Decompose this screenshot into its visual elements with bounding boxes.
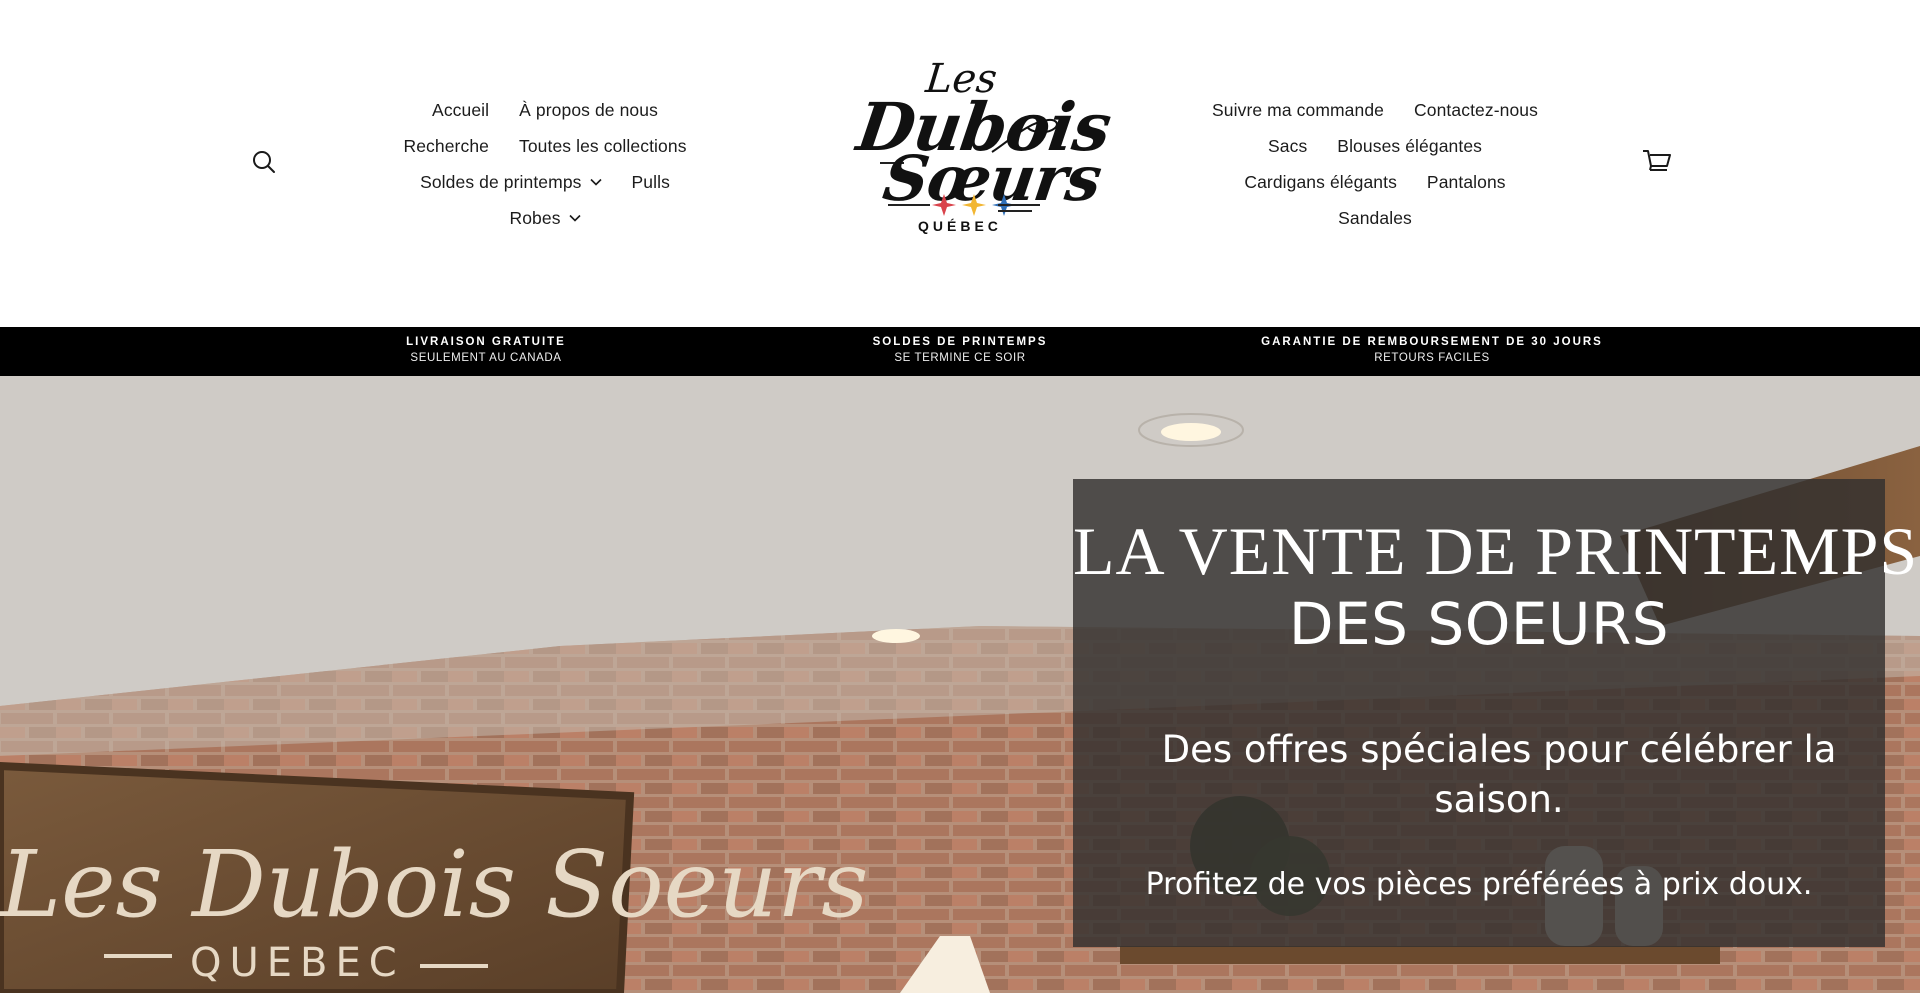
main-nav-right: Suivre ma commande Contactez-nous Sacs B… [1170,92,1580,236]
logo-dash-bottom-right2 [998,210,1032,212]
nav-recherche[interactable]: Recherche [403,136,489,157]
nav-pulls[interactable]: Pulls [632,172,670,193]
site-header: Accueil À propos de nous Recherche Toute… [0,0,1920,327]
nav-robes-label: Robes [509,207,561,228]
site-logo[interactable]: Les Dubois Sœurs QUÉBEC [848,52,1116,238]
announcement-sub: SE TERMINE CE SOIR [894,352,1026,364]
announcement-title: GARANTIE DE REMBOURSEMENT DE 30 JOURS [1261,336,1603,348]
announcement-title: SOLDES DE PRINTEMPS [872,336,1048,348]
announcement-title: LIVRAISON GRATUITE [406,336,566,348]
hero-title-line1: LA VENTE DE PRINTEMPS [1073,513,1919,589]
nav-sandales[interactable]: Sandales [1338,208,1412,229]
nav-soldes-printemps[interactable]: Soldes de printemps [420,171,602,193]
nav-suivre-commande[interactable]: Suivre ma commande [1212,100,1384,121]
nav-cardigans[interactable]: Cardigans élégants [1244,172,1397,193]
nav-toutes-collections[interactable]: Toutes les collections [519,136,687,157]
logo-quebec: QUÉBEC [918,218,1002,234]
search-icon [253,151,275,173]
logo-dash-bottom-right [998,204,1040,206]
announcement-guarantee: GARANTIE DE REMBOURSEMENT DE 30 JOURS RE… [1232,335,1632,366]
announcement-sub: RETOURS FACILES [1374,352,1490,364]
nav-a-propos[interactable]: À propos de nous [519,100,658,121]
nav-pantalons[interactable]: Pantalons [1427,172,1506,193]
nav-contactez-nous[interactable]: Contactez-nous [1414,100,1538,121]
nav-robes[interactable]: Robes [509,207,581,229]
announcement-bar: LIVRAISON GRATUITE SEULEMENT AU CANADA S… [0,327,1920,376]
hero-subtitle-2: Profitez de vos pièces préférées à prix … [1145,867,1813,902]
cart-button[interactable] [1640,146,1674,178]
hero-sign-sub: QUEBEC [190,940,405,986]
main-nav-left: Accueil À propos de nous Recherche Toute… [360,92,730,236]
search-button[interactable] [248,146,280,178]
hero-sign-text: Les Dubois Soeurs [0,831,868,938]
nav-accueil[interactable]: Accueil [432,100,489,121]
cart-icon [1643,150,1671,171]
announcement-shipping: LIVRAISON GRATUITE SEULEMENT AU CANADA [386,335,586,366]
announcement-sub: SEULEMENT AU CANADA [410,352,562,364]
nav-sacs[interactable]: Sacs [1268,136,1307,157]
hero-text-overlay: LA VENTE DE PRINTEMPS DES SOEURS Des off… [1073,479,1919,947]
hero-subtitle: Des offres spéciales pour célébrer la sa… [1161,728,1837,821]
chevron-down-icon [589,178,602,186]
chevron-down-icon [568,214,581,222]
nav-blouses[interactable]: Blouses élégantes [1337,136,1482,157]
hero-title-line2: DES SOEURS [1288,590,1670,658]
hero-banner: Les Dubois Soeurs QUEBEC LA VENTE DE PRI… [0,376,1920,993]
logo-dash-bottom-left [888,204,930,206]
nav-soldes-label: Soldes de printemps [420,171,582,192]
announcement-sale: SOLDES DE PRINTEMPS SE TERMINE CE SOIR [860,335,1060,366]
